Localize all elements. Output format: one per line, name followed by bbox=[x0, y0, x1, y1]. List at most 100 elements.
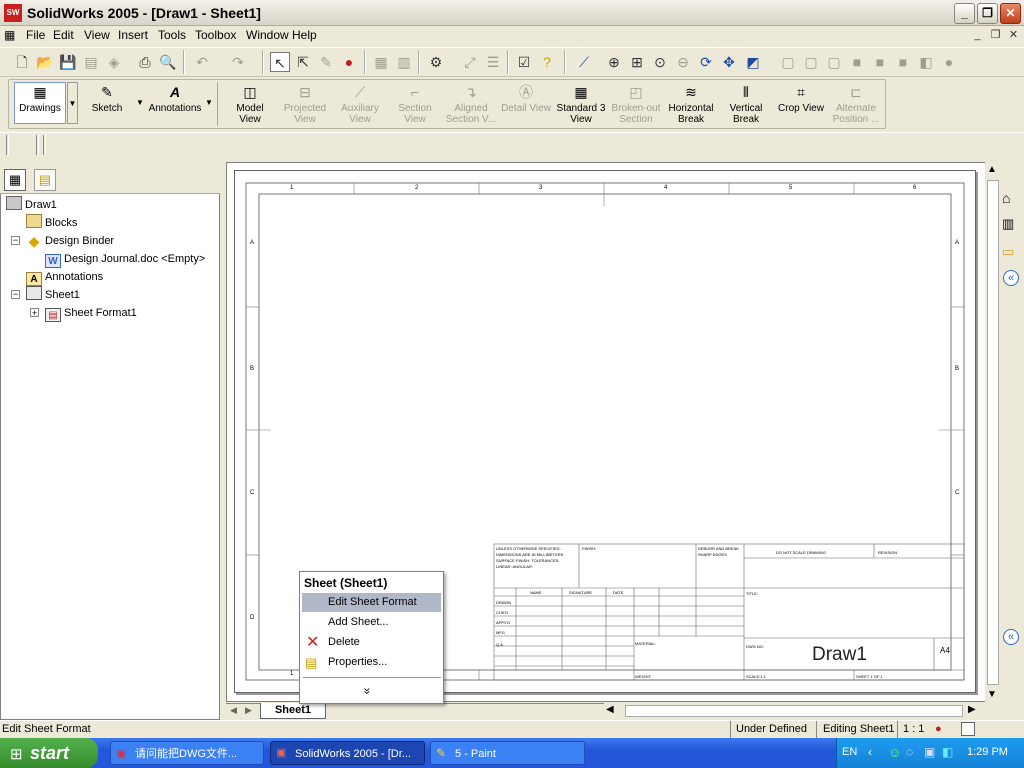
tree-item-annotations[interactable]: A Annotations bbox=[26, 268, 103, 286]
edit-sheet-format-menu-item[interactable]: Edit Sheet Format bbox=[302, 593, 441, 612]
language-indicator[interactable]: EN bbox=[842, 746, 857, 758]
properties-list-icon[interactable]: ☑ bbox=[514, 52, 534, 72]
alternate-position-button[interactable]: ⊏ Alternate Position ... bbox=[830, 83, 882, 125]
doc-close-icon[interactable]: ✕ bbox=[1007, 29, 1020, 42]
drawings-tab[interactable]: ▦ Drawings bbox=[14, 82, 66, 124]
solidworks-logo-icon[interactable]: SW bbox=[4, 4, 22, 22]
sketch-dropdown-arrow[interactable]: ▼ bbox=[136, 98, 144, 107]
hidden-lines-removed-icon[interactable]: ▢ bbox=[824, 52, 844, 72]
restore-button[interactable]: ❐ bbox=[977, 3, 998, 24]
more-items-chevron-icon[interactable]: » bbox=[360, 688, 374, 695]
rebuild-icon[interactable]: ● bbox=[339, 52, 359, 72]
section-view-display-icon[interactable]: ◧ bbox=[916, 52, 936, 72]
zoom-area-icon[interactable]: ⊞ bbox=[627, 52, 647, 72]
taskbar-button-ie[interactable]: 请问能把DWG文件... bbox=[110, 741, 264, 765]
property-manager-tab-icon[interactable]: ▤ bbox=[34, 169, 56, 191]
menu-tools[interactable]: Tools bbox=[158, 28, 186, 42]
add-sheet-menu-item[interactable]: Add Sheet... bbox=[302, 613, 441, 632]
doc-minimize-icon[interactable]: _ bbox=[971, 29, 984, 42]
crop-view-button[interactable]: ⌗ Crop View bbox=[775, 83, 827, 114]
tree-item-design-journal[interactable]: W Design Journal.doc <Empty> bbox=[45, 250, 205, 268]
redo-icon[interactable]: ↷ bbox=[228, 52, 248, 72]
aligned-section-view-button[interactable]: ↴ Aligned Section V... bbox=[444, 83, 498, 125]
properties-menu-item[interactable]: Properties... bbox=[302, 653, 441, 672]
view-orientation-icon[interactable]: ◩ bbox=[743, 52, 763, 72]
section-view-button[interactable]: ⌐ Section View bbox=[391, 83, 439, 125]
make-drawing-icon[interactable]: ▤ bbox=[81, 52, 101, 72]
zoom-in-out-icon[interactable]: ⊙ bbox=[650, 52, 670, 72]
layer-icon[interactable]: ▥ bbox=[394, 52, 414, 72]
rebuild-status-icon[interactable]: ● bbox=[935, 723, 942, 735]
menu-file[interactable]: File bbox=[26, 28, 45, 42]
expand-icon[interactable]: + bbox=[30, 308, 39, 318]
vertical-scroll-thumb[interactable] bbox=[987, 180, 999, 685]
collapse-task-pane-icon[interactable]: « bbox=[1003, 270, 1019, 286]
select-other-icon[interactable]: ⇱ bbox=[293, 52, 313, 72]
undo-icon[interactable]: ↶ bbox=[192, 52, 212, 72]
expand-task-pane-icon[interactable]: « bbox=[1003, 629, 1019, 645]
status-indicator-box[interactable] bbox=[961, 722, 975, 736]
menu-help[interactable]: Help bbox=[292, 28, 317, 42]
model-view-button[interactable]: ◫ Model View bbox=[226, 83, 274, 125]
tree-item-blocks[interactable]: Blocks bbox=[26, 214, 77, 232]
feature-manager-tab-icon[interactable]: ▦ bbox=[4, 169, 26, 191]
messenger-icon[interactable]: ☺ bbox=[888, 745, 901, 760]
tab-scroll-left-icon[interactable]: ◀ bbox=[230, 705, 237, 716]
collapse-icon[interactable]: − bbox=[11, 236, 20, 245]
sketch-tab[interactable]: ✎ Sketch bbox=[86, 83, 128, 114]
menu-window[interactable]: Window bbox=[246, 28, 289, 42]
align-icon[interactable]: ⤢ bbox=[460, 52, 480, 72]
realview-icon[interactable]: ● bbox=[939, 52, 959, 72]
zoom-selection-icon[interactable]: ⊖ bbox=[673, 52, 693, 72]
menu-toolbox[interactable]: Toolbox bbox=[195, 28, 236, 42]
volume-icon[interactable]: ◧ bbox=[942, 745, 953, 759]
sketch-icon[interactable]: ✎ bbox=[316, 52, 336, 72]
print-icon[interactable]: ⎙ bbox=[135, 52, 155, 72]
tree-item-design-binder[interactable]: ◆ Design Binder bbox=[26, 232, 114, 250]
drawings-dropdown-arrow[interactable]: ▼ bbox=[67, 82, 78, 124]
vertical-break-button[interactable]: ⫴ Vertical Break bbox=[722, 83, 770, 125]
horizontal-break-button[interactable]: ≋ Horizontal Break bbox=[666, 83, 716, 125]
standard-3-view-button[interactable]: ▦ Standard 3 View bbox=[556, 83, 606, 125]
help-icon[interactable]: ? bbox=[537, 52, 557, 72]
pan-icon[interactable]: ✥ bbox=[719, 52, 739, 72]
tree-item-draw1[interactable]: Draw1 bbox=[6, 196, 57, 214]
menu-edit[interactable]: Edit bbox=[53, 28, 74, 42]
network-icon[interactable]: ▣ bbox=[924, 745, 935, 759]
new-icon[interactable]: 🗋 bbox=[12, 52, 32, 72]
open-icon[interactable]: 📂 bbox=[35, 52, 55, 72]
scroll-down-icon[interactable]: ▼ bbox=[987, 689, 997, 700]
scroll-right-icon[interactable]: ▶ bbox=[968, 704, 976, 715]
document-icon[interactable]: ▦ bbox=[4, 28, 20, 42]
toolbar-grip[interactable] bbox=[43, 135, 46, 155]
options-icon[interactable]: ⚙ bbox=[426, 52, 446, 72]
zoom-fit-icon[interactable]: ⊕ bbox=[604, 52, 624, 72]
menu-view[interactable]: View bbox=[84, 28, 110, 42]
hidden-lines-visible-icon[interactable]: ▢ bbox=[801, 52, 821, 72]
delete-menu-item[interactable]: Delete bbox=[302, 633, 441, 652]
tree-item-sheet1[interactable]: Sheet1 bbox=[26, 286, 80, 304]
design-library-icon[interactable]: ▥ bbox=[1002, 216, 1014, 232]
balloon-icon[interactable]: ◌ bbox=[906, 745, 913, 759]
make-assembly-icon[interactable]: ◈ bbox=[104, 52, 124, 72]
file-explorer-icon[interactable]: ▭ bbox=[1002, 244, 1014, 260]
taskbar-button-solidworks[interactable]: SolidWorks 2005 - [Dr... bbox=[270, 741, 425, 765]
taskbar-button-paint[interactable]: 5 - Paint bbox=[430, 741, 585, 765]
broken-out-section-button[interactable]: ◰ Broken-out Section bbox=[610, 83, 662, 125]
menu-insert[interactable]: Insert bbox=[118, 28, 148, 42]
scroll-left-icon[interactable]: ◀ bbox=[606, 704, 614, 715]
tree-item-sheet-format1[interactable]: ▤ Sheet Format1 bbox=[45, 304, 137, 322]
tab-scroll-right-icon[interactable]: ▶ bbox=[245, 705, 252, 716]
print-preview-icon[interactable]: 🔍 bbox=[158, 52, 178, 72]
annotations-tab[interactable]: A Annotations bbox=[147, 83, 203, 114]
auxiliary-view-button[interactable]: ⟋ Auxiliary View bbox=[336, 83, 384, 125]
wireframe-icon[interactable]: ▢ bbox=[778, 52, 798, 72]
save-icon[interactable]: 💾 bbox=[58, 52, 78, 72]
rotate-icon[interactable]: ⟳ bbox=[696, 52, 716, 72]
shadows-icon[interactable]: ■ bbox=[893, 52, 913, 72]
list-icon[interactable]: ☰ bbox=[483, 52, 503, 72]
shaded-icon[interactable]: ■ bbox=[870, 52, 890, 72]
sheet-tab-sheet1[interactable]: Sheet1 bbox=[260, 703, 326, 719]
grid-icon[interactable]: ▦ bbox=[371, 52, 391, 72]
projected-view-button[interactable]: ⊟ Projected View bbox=[281, 83, 329, 125]
